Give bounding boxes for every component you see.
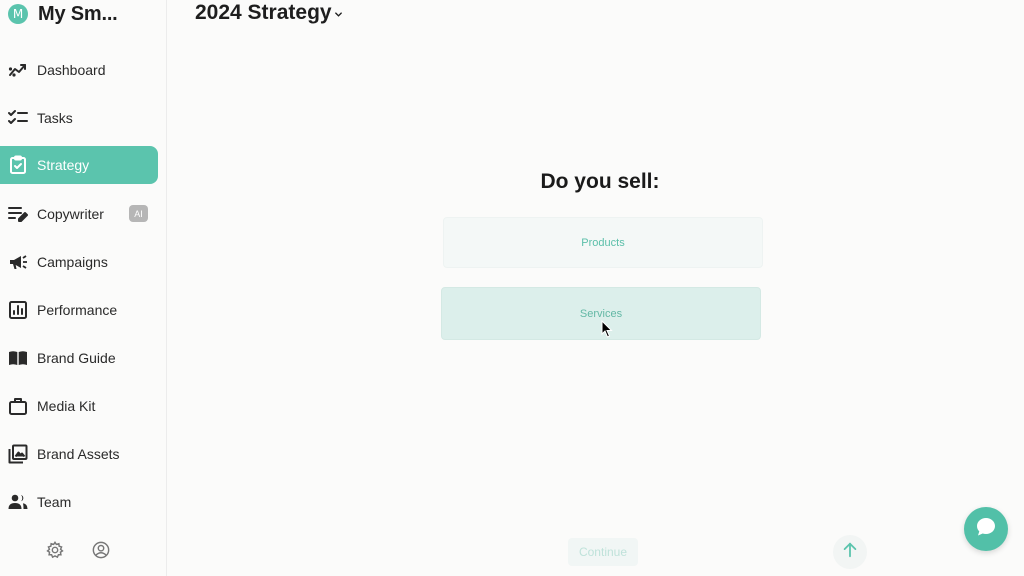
gear-icon[interactable] xyxy=(45,540,65,560)
sidebar-item-brand-guide[interactable]: Brand Guide xyxy=(0,339,158,377)
sidebar-item-strategy[interactable]: Strategy xyxy=(0,146,158,184)
sidebar-item-label: Copywriter xyxy=(37,206,104,222)
open-book-icon xyxy=(7,347,29,369)
sidebar-item-media-kit[interactable]: Media Kit xyxy=(0,387,158,425)
user-circle-icon[interactable] xyxy=(91,540,111,560)
scroll-up-button[interactable] xyxy=(833,535,867,569)
workspace-switcher[interactable]: M My Sm... xyxy=(8,2,118,26)
sidebar-item-performance[interactable]: Performance xyxy=(0,291,158,329)
sidebar-item-dashboard[interactable]: Dashboard xyxy=(0,51,158,89)
sidebar-item-label: Brand Guide xyxy=(37,350,116,366)
option-products-button[interactable]: Products xyxy=(443,217,763,268)
question-heading: Do you sell: xyxy=(540,170,660,193)
sidebar-item-label: Media Kit xyxy=(37,398,96,414)
sidebar-item-copywriter[interactable]: Copywriter AI xyxy=(0,195,158,233)
page-title: 2024 Strategy xyxy=(195,1,332,24)
sidebar-item-label: Campaigns xyxy=(37,254,108,270)
megaphone-icon xyxy=(7,251,29,273)
chat-bubble-icon xyxy=(974,515,998,544)
workspace-avatar: M xyxy=(8,4,28,24)
chevron-down-icon xyxy=(334,6,343,24)
arrow-up-icon xyxy=(841,541,859,564)
sidebar-item-label: Performance xyxy=(37,302,118,318)
sidebar-item-brand-assets[interactable]: Brand Assets xyxy=(0,435,158,473)
sidebar-item-label: Strategy xyxy=(37,157,90,173)
sidebar-item-label: Brand Assets xyxy=(37,446,120,462)
strategy-selector[interactable]: 2024 Strategy xyxy=(195,1,343,25)
sidebar-item-label: Dashboard xyxy=(37,62,106,78)
workspace-name: My Sm... xyxy=(38,2,118,25)
people-icon xyxy=(7,491,29,513)
bar-chart-icon xyxy=(7,299,29,321)
clipboard-check-icon xyxy=(7,154,29,176)
mouse-cursor-icon xyxy=(601,320,613,338)
sidebar-item-campaigns[interactable]: Campaigns xyxy=(0,243,158,281)
sidebar: M My Sm... Dashboard Tasks Strategy Copy… xyxy=(0,0,167,576)
image-gallery-icon xyxy=(7,443,29,465)
chat-button[interactable] xyxy=(964,507,1008,551)
briefcase-icon xyxy=(7,395,29,417)
sidebar-item-team[interactable]: Team xyxy=(0,483,158,521)
checklist-icon xyxy=(7,107,29,129)
sidebar-item-label: Tasks xyxy=(37,110,73,126)
trend-chart-icon xyxy=(7,59,29,81)
sidebar-item-label: Team xyxy=(37,494,72,510)
ai-badge: AI xyxy=(129,205,148,222)
continue-button[interactable]: Continue xyxy=(568,538,638,566)
edit-lines-icon xyxy=(7,203,29,225)
sidebar-item-tasks[interactable]: Tasks xyxy=(0,99,158,137)
